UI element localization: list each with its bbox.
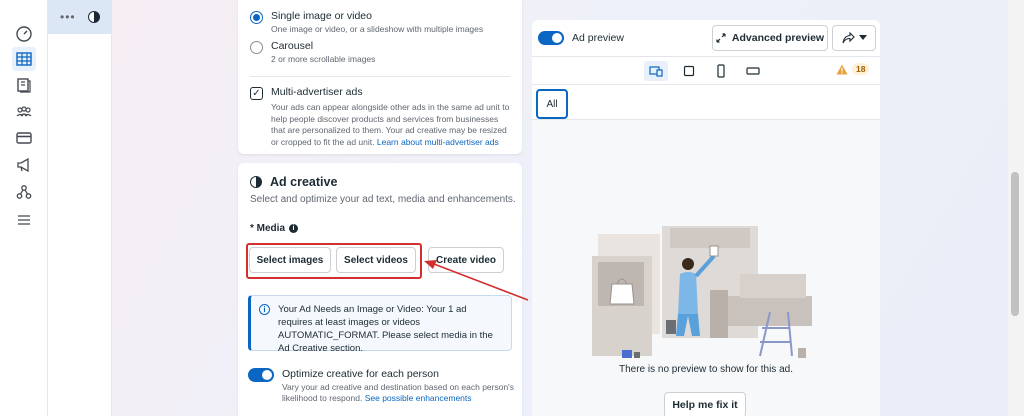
warning-icon <box>836 64 848 74</box>
filter-all-chip[interactable]: All <box>536 89 568 119</box>
help-me-fix-button[interactable]: Help me fix it <box>664 392 746 416</box>
optimize-creative-title: Optimize creative for each person <box>282 368 439 380</box>
ad-creative-icon <box>250 176 262 188</box>
gauge-icon[interactable] <box>12 22 36 46</box>
format-single-option[interactable]: Single image or video One image or video… <box>250 10 483 34</box>
ad-preview-label: Ad preview <box>572 32 624 44</box>
carousel-desc: 2 or more scrollable images <box>271 54 376 64</box>
ad-creative-status-icon <box>87 11 100 23</box>
single-desc: One image or video, or a slideshow with … <box>271 24 484 34</box>
menu-icon[interactable] <box>12 208 36 232</box>
device-vertical-icon[interactable] <box>709 61 733 81</box>
advanced-preview-button[interactable]: Advanced preview <box>712 25 828 51</box>
more-options-icon[interactable]: ••• <box>60 10 76 24</box>
device-toolbar: 18 <box>532 56 880 84</box>
nav-column: ••• <box>48 0 112 416</box>
preview-stage: There is no preview to show for this ad.… <box>532 120 880 416</box>
chevron-down-icon <box>858 35 867 40</box>
share-button[interactable] <box>832 25 876 51</box>
billing-card-icon[interactable] <box>12 126 36 150</box>
nav-column-header: ••• <box>48 0 112 34</box>
share-icon <box>841 32 855 44</box>
multi-advertiser-link[interactable]: Learn about multi-advertiser ads <box>377 137 499 147</box>
preview-header: Ad preview Advanced preview <box>532 20 880 56</box>
scrollbar-thumb[interactable] <box>1011 172 1019 316</box>
optimize-creative-desc: Vary your ad creative and destination ba… <box>282 382 528 404</box>
no-preview-text: There is no preview to show for this ad. <box>619 364 793 375</box>
multi-advertiser-option[interactable]: ✓ Multi-advertiser ads Your ads can appe… <box>250 86 513 148</box>
table-grid-icon[interactable] <box>12 47 36 71</box>
info-icon: i <box>259 304 270 315</box>
media-label-text: * Media <box>250 223 286 234</box>
carousel-radio[interactable] <box>250 41 263 54</box>
ad-creative-heading: Ad creative <box>250 175 337 189</box>
warning-count: 18 <box>852 63 870 75</box>
multi-advertiser-checkbox[interactable]: ✓ <box>250 87 263 100</box>
ad-preview-toggle[interactable] <box>538 31 564 45</box>
optimize-creative-option: Optimize creative for each person Vary y… <box>248 368 528 404</box>
expand-icon <box>716 33 726 43</box>
icon-rail <box>0 0 48 416</box>
advanced-preview-label: Advanced preview <box>731 32 825 44</box>
carousel-title: Carousel <box>271 40 314 52</box>
placement-filter-bar: All <box>532 84 880 120</box>
format-carousel-option[interactable]: Carousel 2 or more scrollable images <box>250 40 375 64</box>
warnings-indicator[interactable]: 18 <box>836 63 870 75</box>
device-square-icon[interactable] <box>677 61 701 81</box>
ad-creative-title: Ad creative <box>270 175 338 189</box>
megaphone-icon[interactable] <box>12 153 36 177</box>
empty-preview-illustration <box>592 226 812 358</box>
annotation-highlight-box <box>246 243 422 279</box>
media-info-icon[interactable]: i <box>289 224 299 233</box>
multi-advertiser-desc: Your ads can appear alongside other ads … <box>271 102 513 148</box>
ad-creative-subtitle: Select and optimize your ad text, media … <box>250 194 516 205</box>
optimize-creative-toggle[interactable] <box>248 368 274 382</box>
media-required-text: Your Ad Needs an Image or Video: Your 1 … <box>278 304 493 354</box>
graph-icon[interactable] <box>12 180 36 204</box>
ad-preview-panel: Ad preview Advanced preview 18 All There… <box>532 20 880 416</box>
format-divider <box>250 76 510 77</box>
single-radio[interactable] <box>250 11 263 24</box>
single-title: Single image or video <box>271 10 372 22</box>
device-horizontal-icon[interactable] <box>741 61 765 81</box>
multi-advertiser-title: Multi-advertiser ads <box>271 86 363 98</box>
format-card: Single image or video One image or video… <box>238 0 522 154</box>
possible-enhancements-link[interactable]: See possible enhancements <box>365 393 472 403</box>
media-label: * Media i <box>250 223 299 234</box>
campaigns-icon[interactable] <box>12 73 36 97</box>
media-required-notice: i Your Ad Needs an Image or Video: Your … <box>248 295 512 354</box>
audiences-icon[interactable] <box>12 100 36 124</box>
device-all-icon[interactable] <box>644 61 668 81</box>
